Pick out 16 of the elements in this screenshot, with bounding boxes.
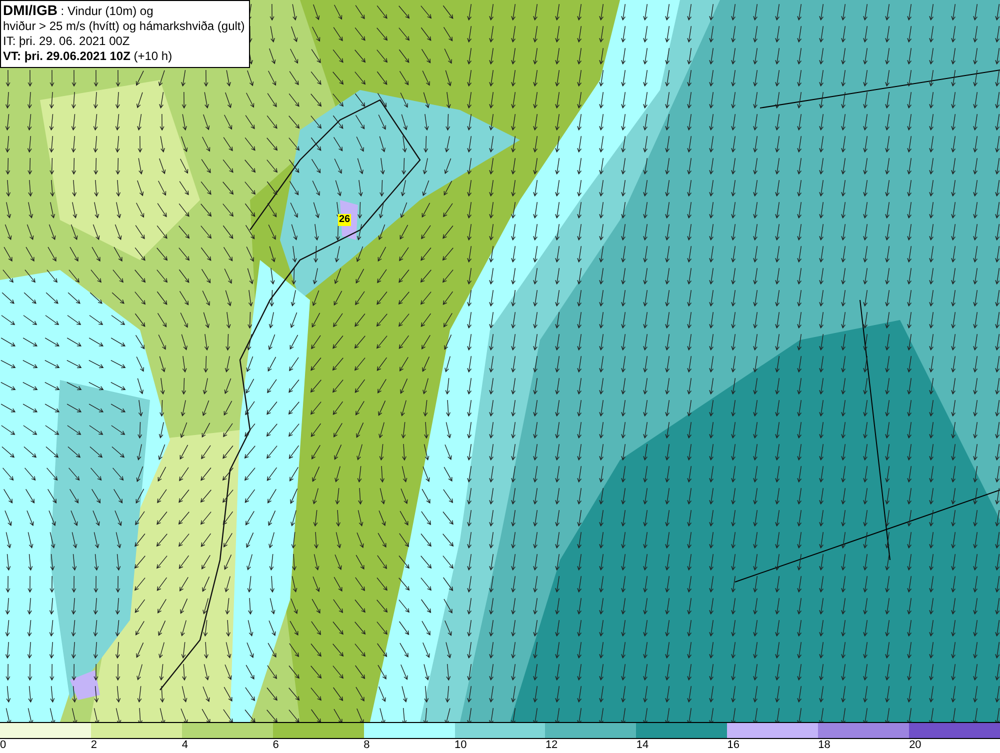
map-title-line: IT: þri. 29. 06. 2021 00Z	[3, 34, 131, 49]
scale-tick-label: 8	[364, 739, 370, 753]
scale-tick-label: 18	[818, 739, 830, 753]
scale-tick-label: 16	[727, 739, 740, 753]
scale-tick-label: 12	[545, 739, 558, 753]
map-title-line: DMI/IGB : Vindur (10m) og	[3, 3, 154, 19]
scale-tick-label: 20	[909, 739, 922, 753]
scale-tick-label: 6	[272, 739, 279, 753]
map-title-line: VT: þri. 29.06.2021 10Z (+10 h)	[3, 49, 174, 64]
scale-tick-label: 10	[454, 739, 467, 753]
scale-tick-label: 0	[0, 739, 6, 753]
map-title-line: hviður > 25 m/s (hvítt) og hámarkshviða (gult)	[3, 19, 245, 34]
scale-tick-label: 4	[182, 739, 188, 753]
scale-tick-label: 2	[90, 739, 98, 753]
max-gust-label: 26	[338, 214, 352, 226]
scale-tick-label: 14	[636, 739, 649, 753]
